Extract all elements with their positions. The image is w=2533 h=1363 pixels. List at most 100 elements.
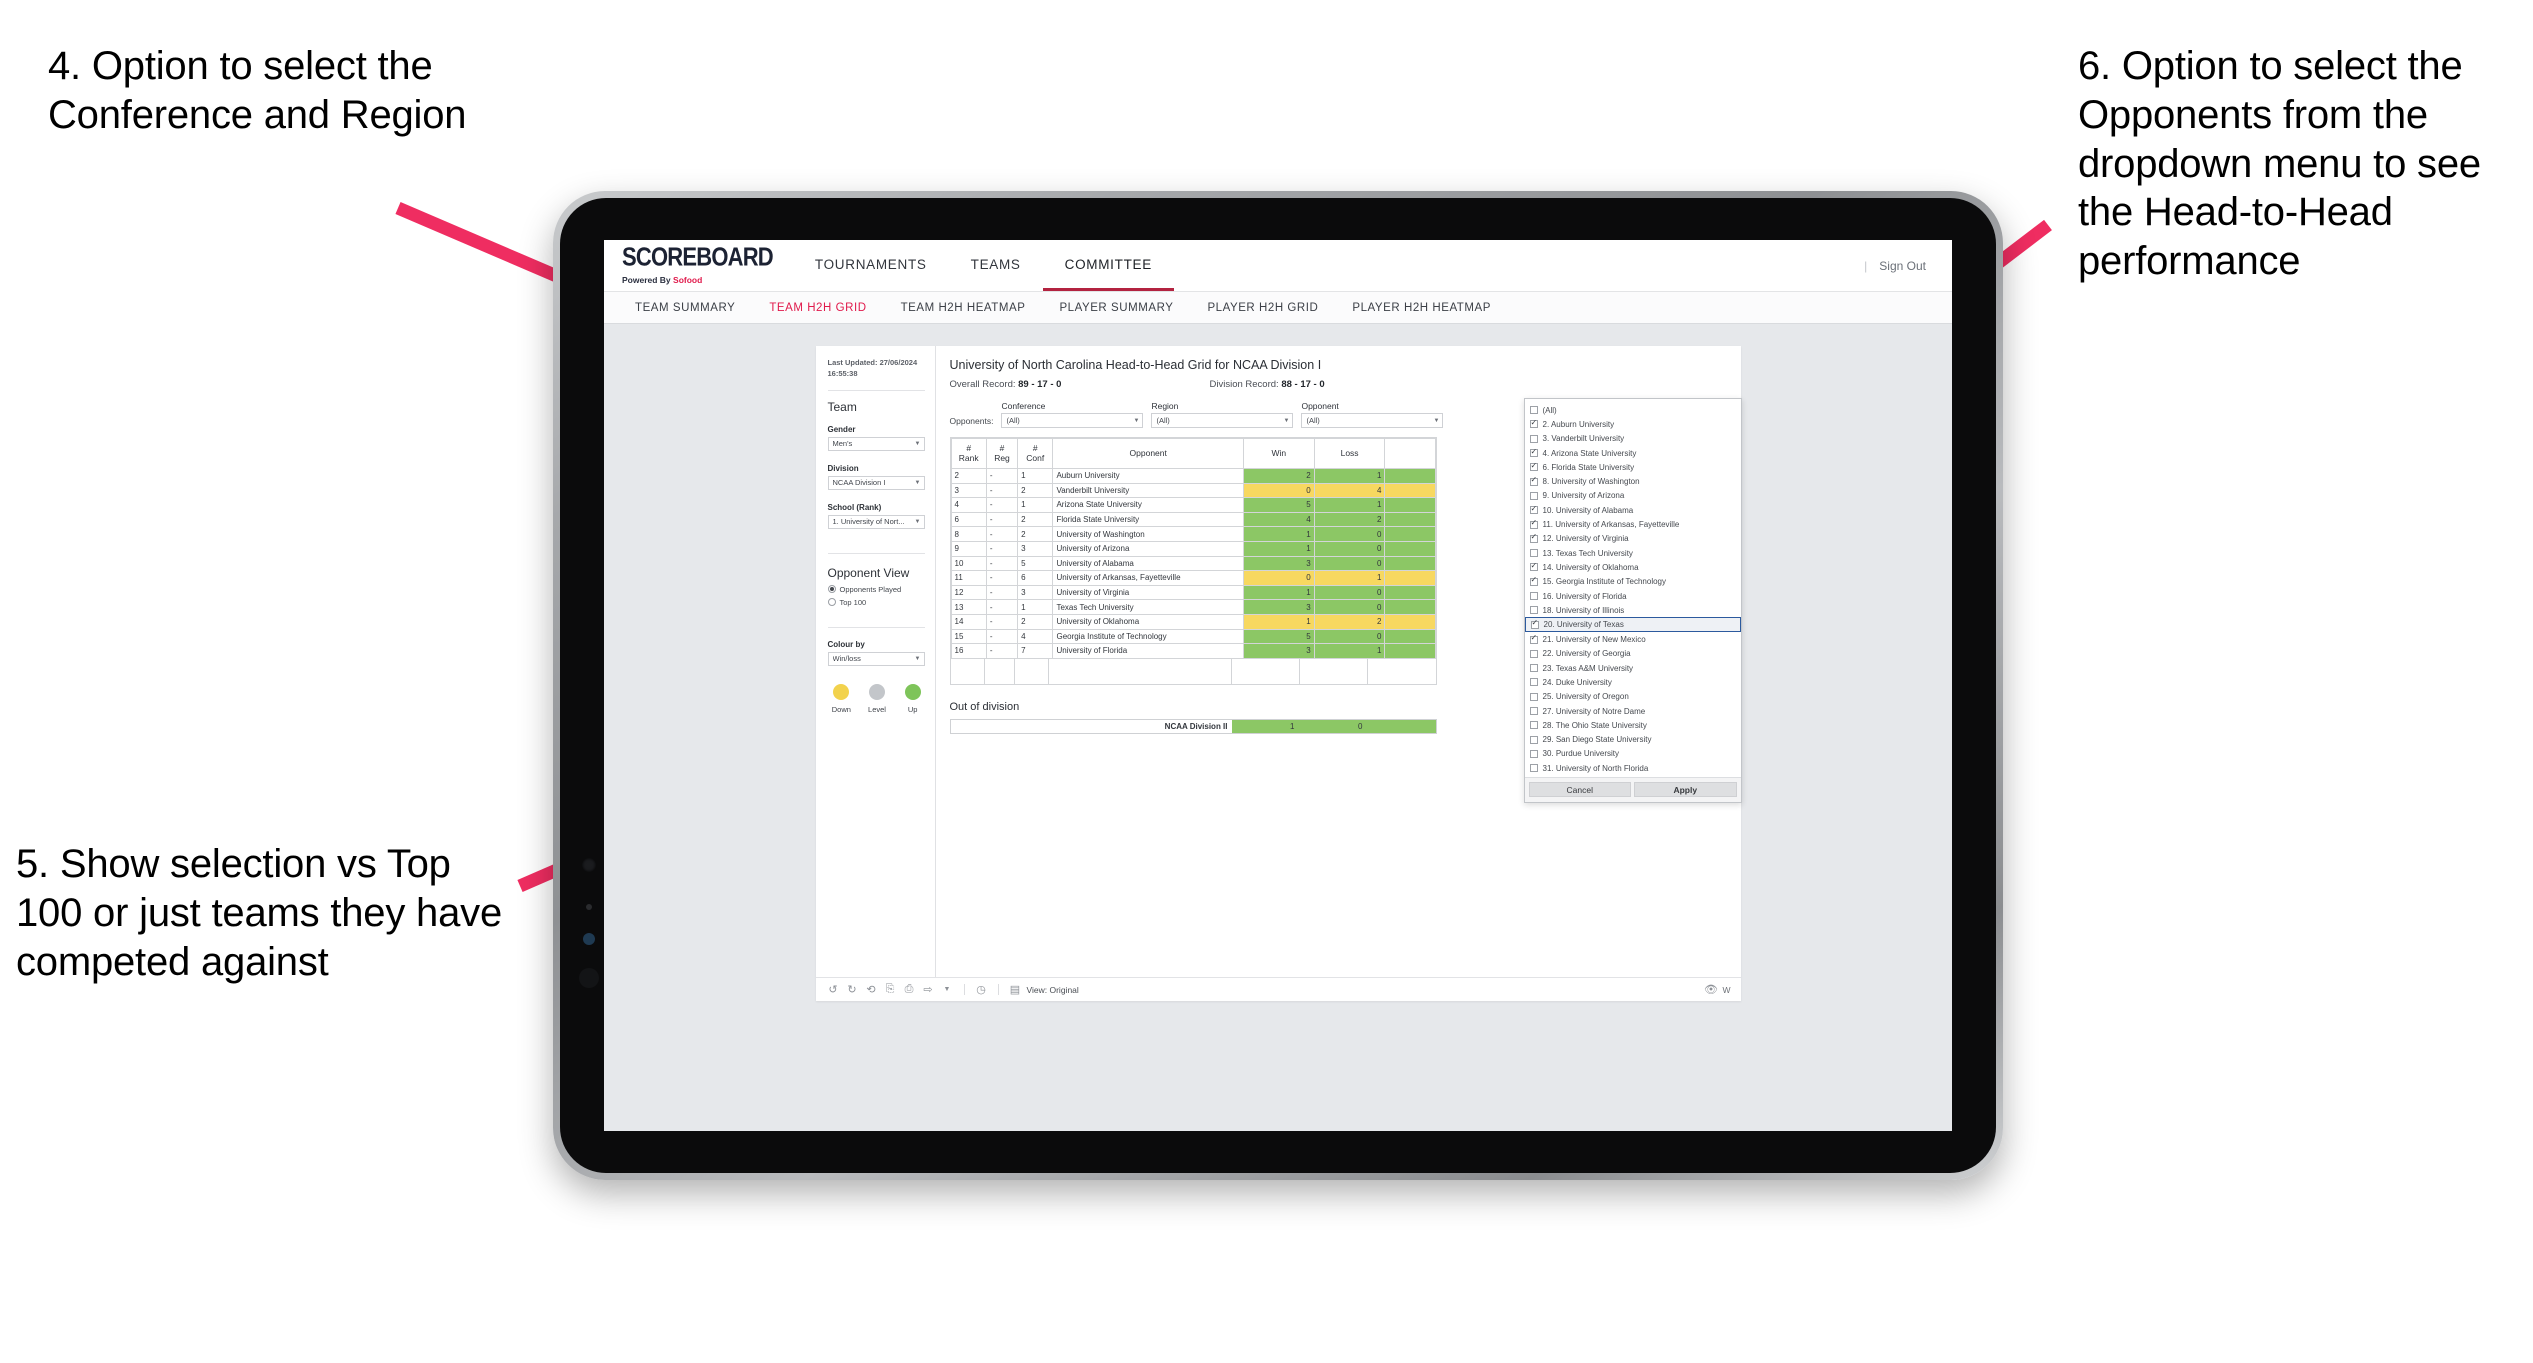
opponent-dropdown-item[interactable]: 4. Arizona State University [1525, 446, 1741, 460]
table-row[interactable]: 15-4 Georgia Institute of Technology 5 0 [950, 628, 1436, 645]
checkbox-icon[interactable] [1529, 549, 1538, 558]
division-select[interactable]: NCAA Division I ▼ [827, 475, 925, 490]
redo-icon[interactable]: ↻ [845, 982, 860, 997]
checkbox-icon[interactable] [1529, 406, 1538, 415]
opponent-dropdown-item[interactable]: 25. University of Oregon [1525, 690, 1741, 704]
tab-player-summary[interactable]: PLAYER SUMMARY [1042, 302, 1190, 314]
brand-logo[interactable]: SCOREBOARD Powered By Sofood [604, 240, 793, 291]
tab-player-h2h-grid[interactable]: PLAYER H2H GRID [1190, 302, 1335, 314]
opponent-dropdown-item[interactable]: 11. University of Arkansas, Fayetteville [1525, 517, 1741, 531]
opponent-dropdown-item[interactable]: 8. University of Washington [1525, 474, 1741, 488]
checkbox-icon[interactable] [1529, 649, 1538, 658]
opponent-dropdown-item[interactable]: 24. Duke University [1525, 675, 1741, 689]
nav-item-tournaments[interactable]: TOURNAMENTS [793, 240, 949, 291]
watch-eye-icon[interactable]: 👁 [1703, 982, 1718, 997]
undo-icon[interactable]: ↺ [826, 982, 841, 997]
colour-by-select[interactable]: Win/loss ▼ [827, 651, 925, 666]
refresh-data-icon[interactable]: ⎘ [883, 982, 898, 997]
opponent-select[interactable]: (All) ▼ [1301, 413, 1444, 428]
opponent-dropdown-item[interactable]: (All) [1525, 403, 1741, 417]
table-row[interactable]: 10-5 University of Alabama 3 0 [950, 555, 1436, 572]
opponent-dropdown-item[interactable]: 13. Texas Tech University [1525, 546, 1741, 560]
nav-item-teams[interactable]: TEAMS [949, 240, 1043, 291]
radio-top-100[interactable]: Top 100 [827, 598, 925, 607]
opponent-dropdown-item[interactable]: 31. University of North Florida [1525, 761, 1741, 775]
table-row[interactable]: 3-2 Vanderbilt University 0 4 [950, 482, 1436, 499]
checkbox-icon[interactable] [1529, 634, 1538, 644]
table-row[interactable]: 4-1 Arizona State University 5 1 [950, 497, 1436, 513]
sign-out-link[interactable]: Sign Out [1879, 259, 1926, 273]
opponent-dropdown-item[interactable]: 22. University of Georgia [1525, 647, 1741, 661]
checkbox-icon[interactable] [1529, 592, 1538, 600]
table-row[interactable]: 12-3 University of Virginia 1 0 [950, 584, 1436, 601]
conference-select[interactable]: (All) ▼ [1001, 413, 1144, 428]
table-row[interactable]: 8-2 University of Washington 1 0 [950, 526, 1436, 542]
checkbox-icon[interactable] [1529, 606, 1538, 615]
opponent-dropdown-item[interactable]: 29. San Diego State University [1525, 733, 1741, 747]
opponent-dropdown-item[interactable]: 14. University of Oklahoma [1525, 560, 1741, 574]
table-row[interactable]: 11-6 University of Arkansas, Fayetteville… [950, 570, 1436, 586]
checkbox-icon[interactable] [1529, 476, 1538, 486]
checkbox-icon[interactable] [1529, 707, 1538, 716]
opponent-dropdown-item[interactable]: 6. Florida State University [1525, 460, 1741, 474]
view-original-button[interactable]: ▤ View: Original [1008, 982, 1079, 997]
revert-icon[interactable]: ⟲ [864, 982, 879, 997]
table-row[interactable]: 2-1 Auburn University 2 1 [950, 468, 1436, 484]
opponent-dropdown-item[interactable]: 30. Purdue University [1525, 747, 1741, 761]
checkbox-icon[interactable] [1530, 619, 1539, 629]
table-row[interactable]: 14-2 University of Oklahoma 1 2 [950, 613, 1436, 630]
history-icon[interactable]: ◷ [974, 982, 989, 997]
region-select[interactable]: (All) ▼ [1151, 413, 1294, 428]
apply-button[interactable]: Apply [1634, 782, 1737, 798]
checkbox-icon[interactable] [1529, 692, 1538, 701]
checkbox-icon[interactable] [1529, 678, 1538, 687]
checkbox-icon[interactable] [1529, 434, 1538, 443]
checkbox-icon[interactable] [1529, 562, 1538, 572]
checkbox-icon[interactable] [1529, 519, 1538, 529]
checkbox-icon[interactable] [1529, 419, 1538, 429]
checkbox-icon[interactable] [1529, 749, 1538, 758]
radio-opponents-played[interactable]: Opponents Played [827, 585, 925, 594]
table-row[interactable]: 16-7 University of Florida 3 1 [950, 643, 1436, 659]
checkbox-icon[interactable] [1529, 505, 1538, 515]
opponent-dropdown-item[interactable]: 23. Texas A&M University [1525, 661, 1741, 675]
tablet-bezel: SCOREBOARD Powered By Sofood TOURNAMENTS… [560, 198, 1996, 1173]
cancel-button[interactable]: Cancel [1528, 782, 1631, 798]
opponent-dropdown-item[interactable]: 15. Georgia Institute of Technology [1525, 575, 1741, 589]
chevron-down-icon[interactable]: ▼ [940, 982, 955, 997]
table-row[interactable]: 9-3 University of Arizona 1 0 [950, 540, 1436, 557]
checkbox-icon[interactable] [1529, 721, 1538, 730]
opponent-dropdown-panel[interactable]: (All) 2. Auburn University 3. Vanderbilt U… [1523, 398, 1742, 804]
school-select[interactable]: 1. University of Nort... ▼ [827, 514, 925, 529]
table-row[interactable]: 6-2 Florida State University 4 2 [950, 511, 1436, 528]
nav-item-committee[interactable]: COMMITTEE [1042, 240, 1174, 291]
opponent-dropdown-item[interactable]: 10. University of Alabama [1525, 503, 1741, 517]
opponent-dropdown-item[interactable]: 18. University of Illinois [1525, 603, 1741, 617]
share-icon[interactable]: ⇨ [921, 982, 936, 997]
opponent-dropdown-item[interactable]: 3. Vanderbilt University [1525, 432, 1741, 446]
checkbox-icon[interactable] [1529, 576, 1538, 586]
opponent-dropdown-item[interactable]: 28. The Ohio State University [1525, 718, 1741, 732]
checkbox-icon[interactable] [1529, 533, 1538, 543]
checkbox-icon[interactable] [1529, 448, 1538, 458]
opponent-dropdown-item[interactable]: 27. University of Notre Dame [1525, 704, 1741, 718]
opponent-dropdown-item[interactable]: 12. University of Virginia [1525, 532, 1741, 546]
checkbox-icon[interactable] [1529, 735, 1538, 744]
pause-updates-icon[interactable]: ⎙ [902, 982, 917, 997]
opponent-dropdown-item[interactable]: 9. University of Arizona [1525, 489, 1741, 503]
gender-select[interactable]: Men's ▼ [827, 436, 925, 451]
tab-team-h2h-grid[interactable]: TEAM H2H GRID [752, 302, 883, 314]
tab-team-h2h-heatmap[interactable]: TEAM H2H HEATMAP [884, 302, 1043, 314]
tab-team-summary[interactable]: TEAM SUMMARY [618, 302, 752, 314]
checkbox-icon[interactable] [1529, 764, 1538, 773]
tab-player-h2h-heatmap[interactable]: PLAYER H2H HEATMAP [1335, 302, 1508, 314]
opponent-dropdown-item[interactable]: 2. Auburn University [1525, 417, 1741, 431]
opponent-dropdown-item[interactable]: 16. University of Florida [1525, 589, 1741, 603]
checkbox-icon[interactable] [1529, 462, 1538, 472]
checkbox-icon[interactable] [1529, 491, 1538, 500]
opponent-dropdown-item[interactable]: 21. University of New Mexico [1525, 632, 1741, 646]
opponent-dropdown-item[interactable]: 20. University of Texas [1524, 617, 1741, 633]
cell-spacer [1384, 584, 1436, 601]
checkbox-icon[interactable] [1529, 664, 1538, 673]
table-row[interactable]: 13-1 Texas Tech University 3 0 [950, 599, 1436, 615]
